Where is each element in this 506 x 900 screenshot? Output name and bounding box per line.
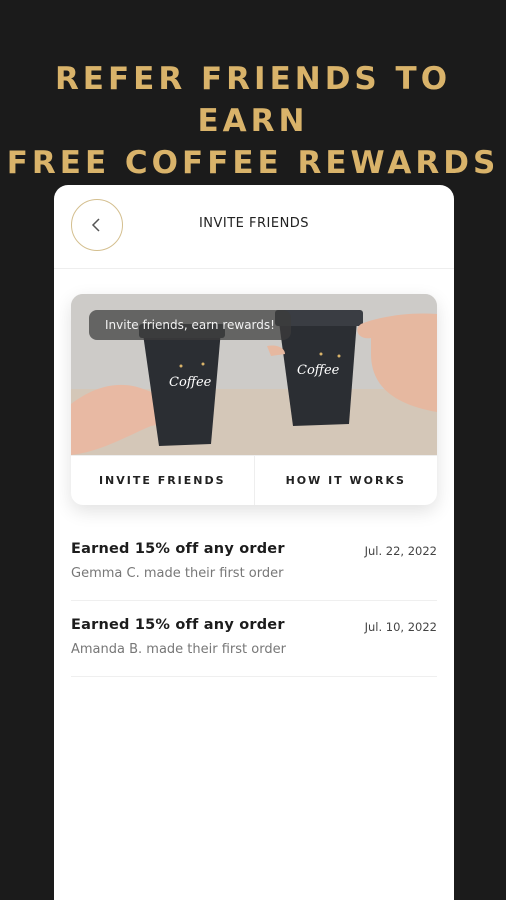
reward-subtitle: Gemma C. made their first order — [71, 566, 284, 581]
page-title: INVITE FRIENDS — [198, 216, 310, 231]
headline-line-1: REFER FRIENDS TO EARN — [54, 61, 452, 139]
invite-promo-card: Coffee Coffee Invite friends, earn rewar… — [71, 294, 437, 505]
reward-title: Earned 15% off any order — [71, 617, 285, 633]
svg-text:Coffee: Coffee — [169, 375, 212, 390]
headline: REFER FRIENDS TO EARN FREE COFFEE REWARD… — [0, 58, 506, 184]
promo-tag: Invite friends, earn rewards! — [89, 310, 291, 340]
svg-text:Coffee: Coffee — [297, 363, 340, 378]
list-item[interactable]: Earned 15% off any order Amanda B. made … — [71, 601, 437, 677]
reward-date: Jul. 10, 2022 — [364, 620, 437, 634]
promo-actions: INVITE FRIENDS HOW IT WORKS — [71, 455, 437, 505]
reward-title: Earned 15% off any order — [71, 541, 285, 557]
reward-list: Earned 15% off any order Gemma C. made t… — [71, 525, 437, 677]
how-it-works-button[interactable]: HOW IT WORKS — [253, 456, 438, 505]
top-bar: INVITE FRIENDS — [54, 185, 454, 269]
coffee-cups-image: Coffee Coffee Invite friends, earn rewar… — [71, 294, 437, 455]
phone-screen: INVITE FRIENDS Coffee Coffee Invite frie… — [54, 185, 454, 900]
reward-date: Jul. 22, 2022 — [364, 544, 437, 558]
list-item[interactable]: Earned 15% off any order Gemma C. made t… — [71, 525, 437, 601]
reward-subtitle: Amanda B. made their first order — [71, 642, 286, 657]
invite-friends-button[interactable]: INVITE FRIENDS — [71, 456, 254, 505]
headline-line-2: FREE COFFEE REWARDS — [6, 145, 500, 181]
